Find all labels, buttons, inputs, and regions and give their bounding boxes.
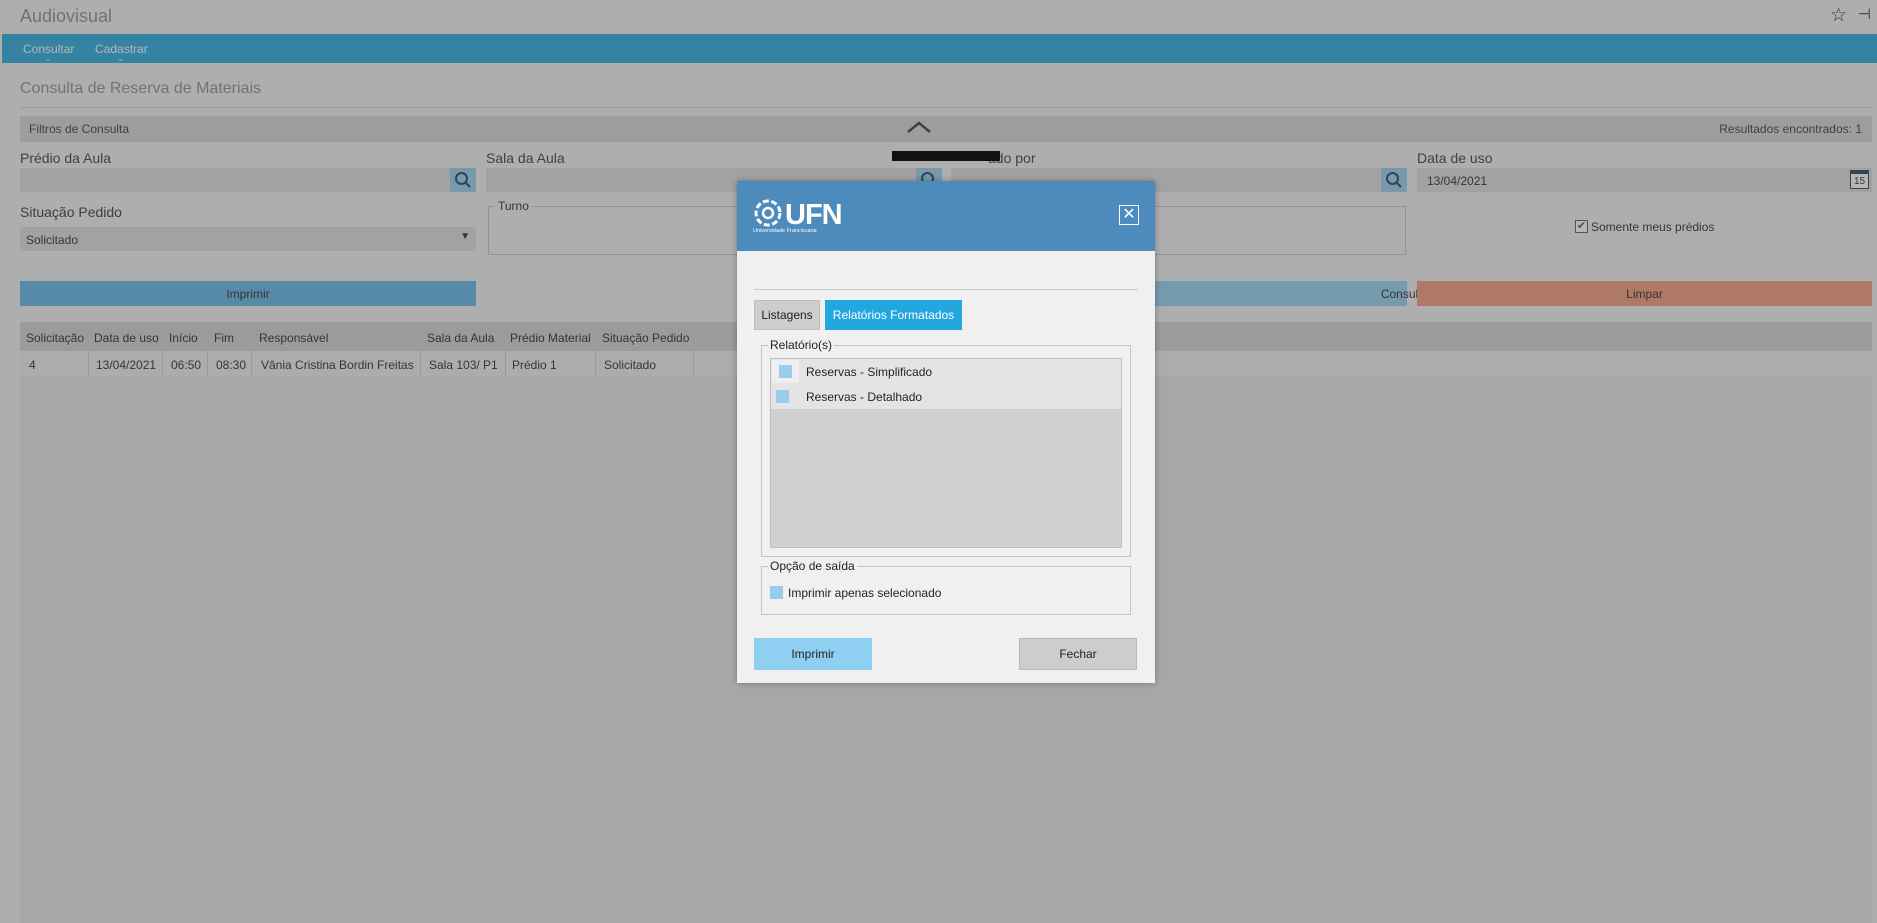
dialog-header: UFN Universidade Franciscana ✕ — [737, 181, 1155, 251]
ufn-logo: UFN Universidade Franciscana — [753, 198, 843, 238]
report-dialog: UFN Universidade Franciscana ✕ Listagens… — [737, 181, 1155, 683]
list-empty-area — [771, 409, 1121, 547]
dialog-imprimir-button[interactable]: Imprimir — [754, 638, 872, 670]
tab-listagens[interactable]: Listagens — [754, 300, 820, 330]
close-icon[interactable]: ✕ — [1119, 205, 1139, 225]
output-fieldset: Opção de saída Imprimir apenas seleciona… — [761, 559, 1131, 615]
output-legend: Opção de saída — [768, 559, 857, 573]
report-label: Reservas - Detalhado — [806, 390, 923, 404]
report-label: Reservas - Simplificado — [806, 365, 933, 379]
list-item[interactable]: Reservas - Detalhado — [771, 384, 1121, 409]
list-item[interactable]: Reservas - Simplificado — [771, 359, 1121, 384]
dialog-divider — [754, 289, 1138, 290]
reports-fieldset: Relatório(s) Reservas - Simplificado Res… — [761, 338, 1131, 557]
report-checkbox[interactable] — [776, 390, 789, 403]
tab-relatorios-formatados[interactable]: Relatórios Formatados — [825, 300, 962, 330]
redaction-bar — [892, 151, 1000, 161]
output-checkbox[interactable] — [770, 586, 783, 599]
report-checkbox[interactable] — [779, 365, 792, 378]
reports-list: Reservas - Simplificado Reservas - Detal… — [770, 358, 1122, 548]
dialog-fechar-button[interactable]: Fechar — [1019, 638, 1137, 670]
report-checkbox-wrap — [772, 360, 799, 383]
output-option-label: Imprimir apenas selecionado — [788, 586, 942, 600]
reports-legend: Relatório(s) — [768, 338, 835, 352]
ufn-emblem-icon — [754, 199, 782, 227]
logo-subtitle: Universidade Franciscana — [753, 228, 817, 234]
